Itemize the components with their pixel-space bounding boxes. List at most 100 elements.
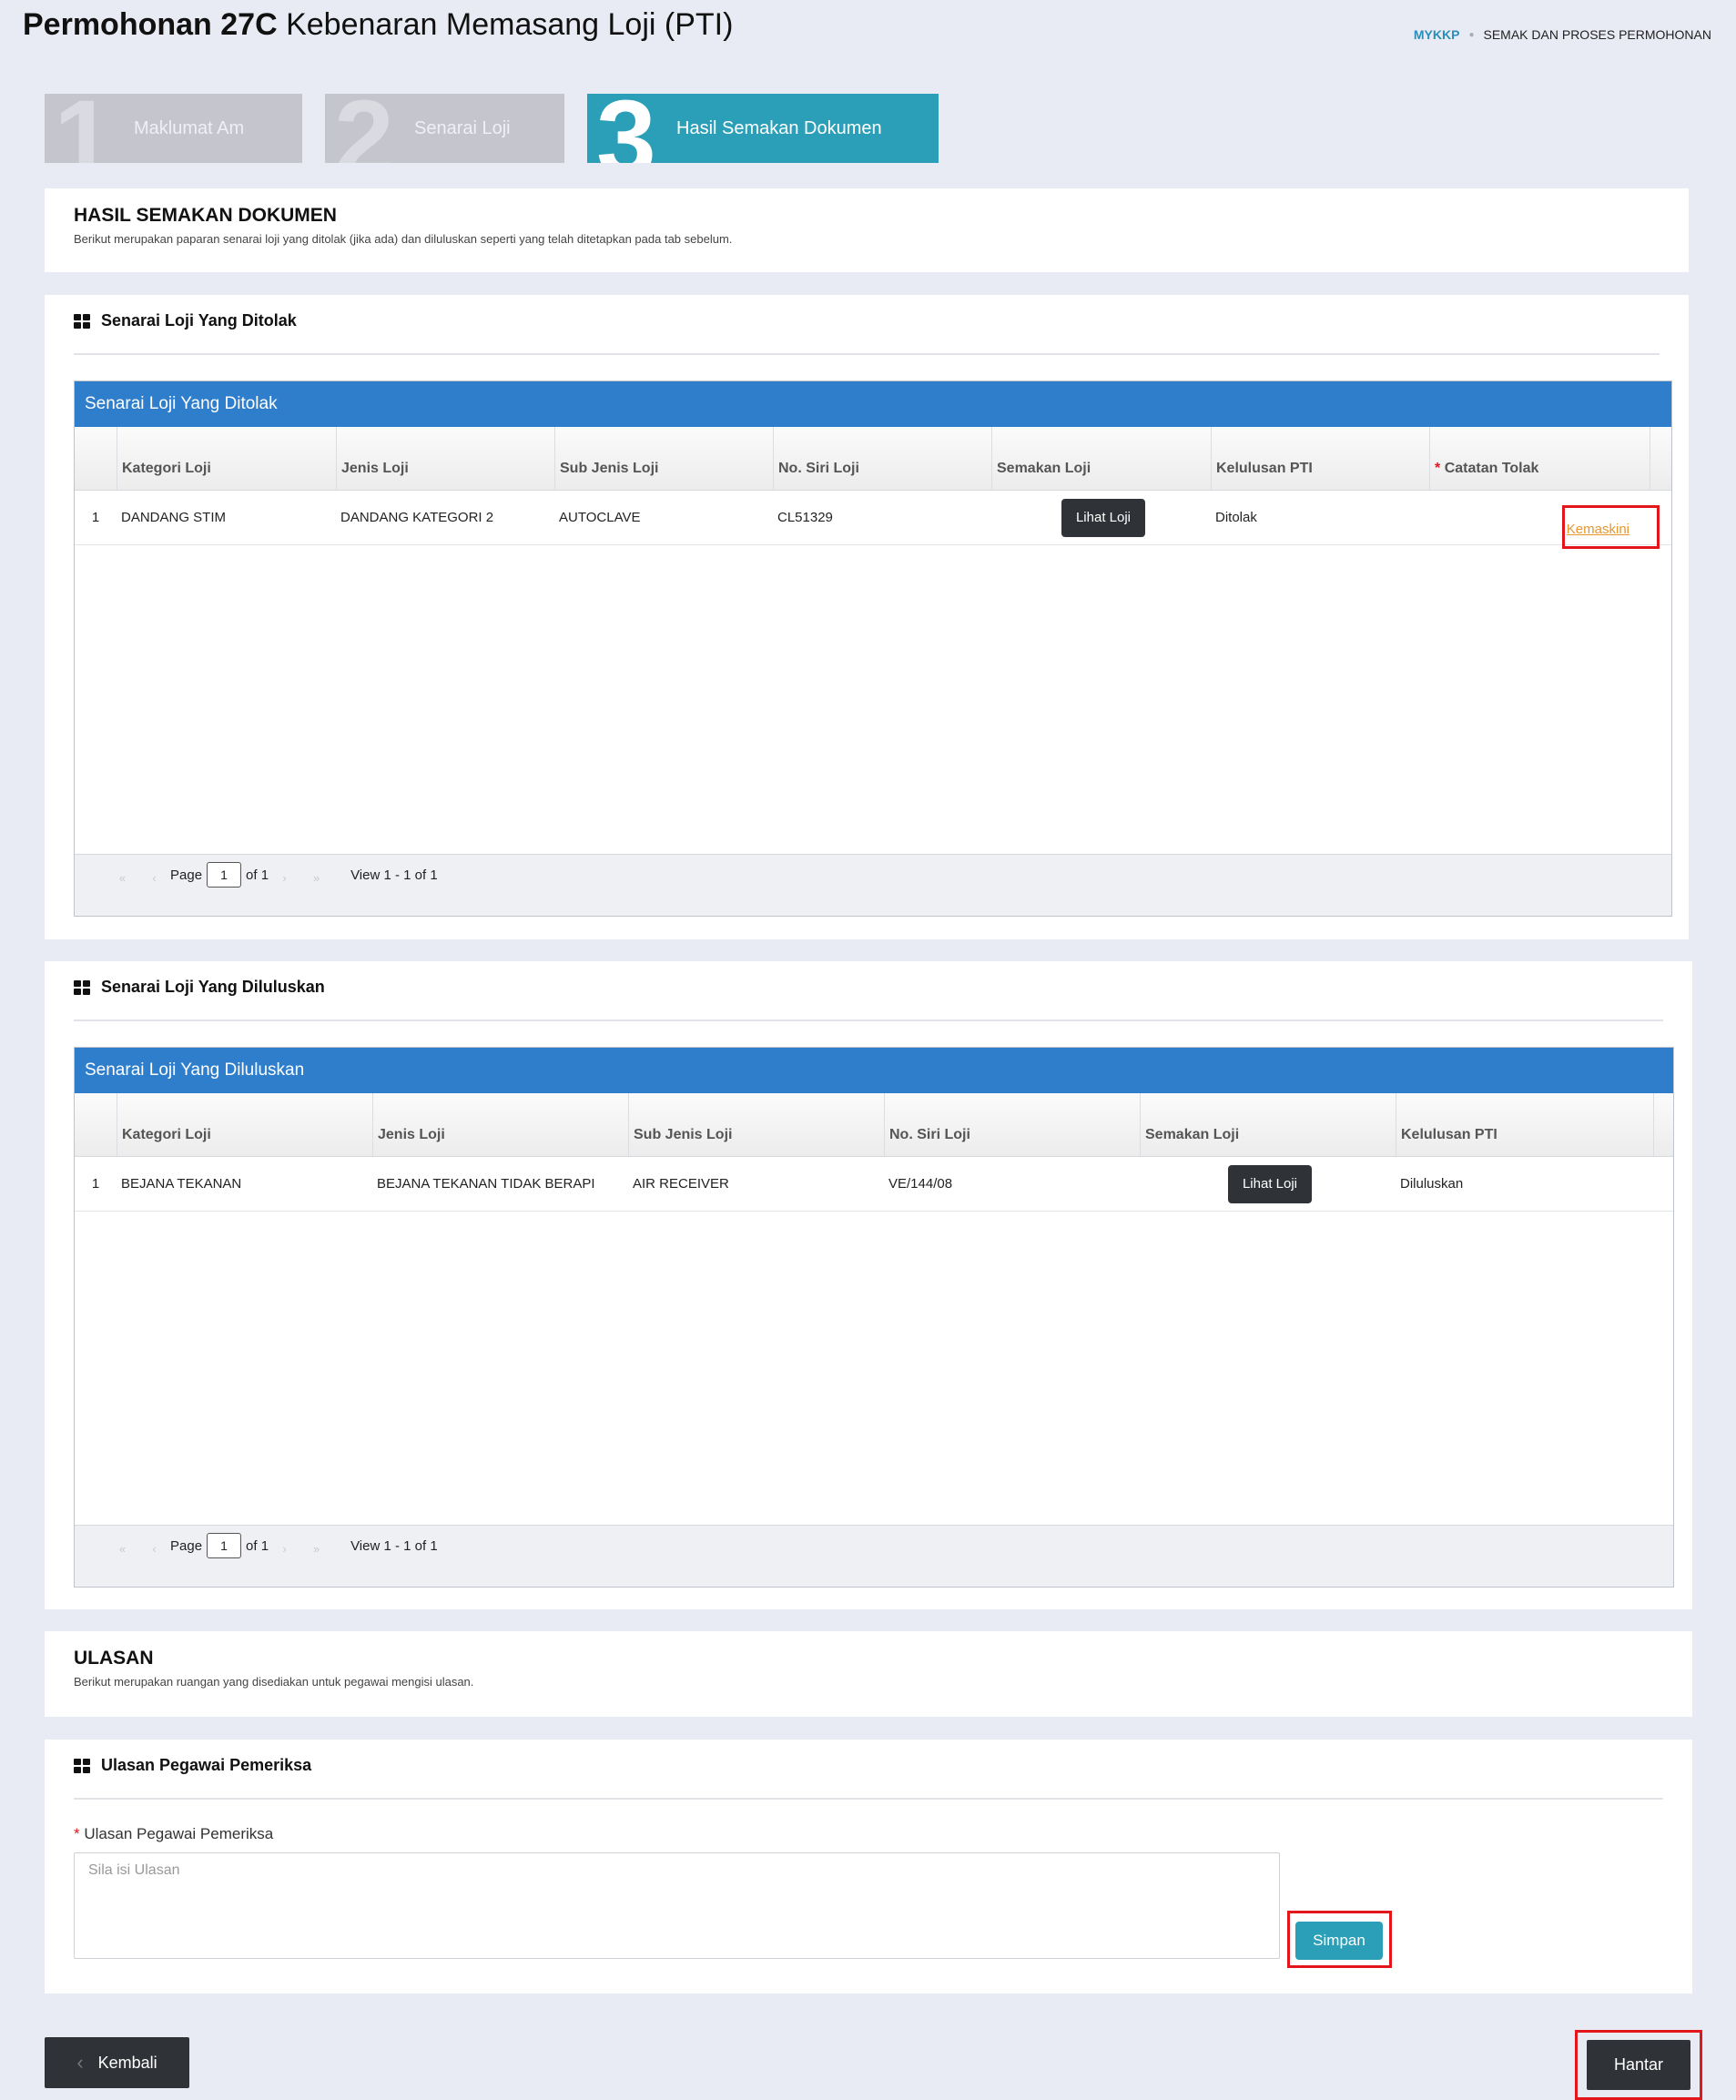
ulasan-field-label: * Ulasan Pegawai Pemeriksa — [74, 1825, 273, 1843]
column-header-catatan[interactable]: * Catatan Tolak — [1429, 427, 1650, 490]
breadcrumb-separator-icon: ● — [1468, 29, 1475, 40]
step-senarai-loji[interactable]: 2 Senarai Loji — [325, 94, 564, 163]
chevron-left-icon: ‹ — [76, 2051, 84, 2074]
kembali-label: Kembali — [97, 2053, 157, 2072]
cell-jenis: BEJANA TEKANAN TIDAK BERAPI — [377, 1176, 595, 1192]
ditolak-card: Senarai Loji Yang Ditolak Senarai Loji Y… — [45, 295, 1689, 939]
section-subtitle: Berikut merupakan paparan senarai loji y… — [74, 232, 733, 246]
page-input[interactable]: 1 — [207, 1533, 242, 1558]
last-page-icon[interactable]: » — [300, 1542, 332, 1556]
column-header-kategori[interactable]: Kategori Loji — [117, 1093, 372, 1156]
section-title: HASIL SEMAKAN DOKUMEN — [74, 205, 337, 226]
row-number: 1 — [91, 1176, 100, 1192]
pager-page-label: Page — [170, 867, 203, 883]
cell-no-siri: CL51329 — [777, 510, 833, 525]
first-page-icon[interactable]: « — [107, 871, 138, 885]
column-header-no — [75, 427, 117, 490]
step-label: Hasil Semakan Dokumen — [676, 117, 882, 138]
column-header-sub-jenis[interactable]: Sub Jenis Loji — [628, 1093, 884, 1156]
ulasan-card-title: Ulasan Pegawai Pemeriksa — [74, 1756, 311, 1775]
cell-sub-jenis: AIR RECEIVER — [633, 1176, 729, 1192]
table-pager: « ‹ Page 1 of 1 › » View 1 - 1 of 1 — [75, 1525, 1673, 1587]
page-input[interactable]: 1 — [207, 862, 242, 888]
pager-of-label: of 1 — [246, 1538, 269, 1554]
table-caption: Senarai Loji Yang Diluluskan — [75, 1048, 1673, 1093]
table-row: 1 BEJANA TEKANAN BEJANA TEKANAN TIDAK BE… — [75, 1157, 1673, 1212]
column-header-kategori[interactable]: Kategori Loji — [117, 427, 336, 490]
column-header-kelulusan[interactable]: Kelulusan PTI — [1211, 427, 1429, 490]
row-number: 1 — [91, 510, 100, 525]
column-header-catatan-text: Catatan Tolak — [1444, 461, 1539, 476]
column-header-jenis[interactable]: Jenis Loji — [372, 1093, 628, 1156]
diluluskan-card-title: Senarai Loji Yang Diluluskan — [74, 978, 325, 997]
prev-page-icon[interactable]: ‹ — [138, 871, 170, 885]
cell-kategori: BEJANA TEKANAN — [121, 1176, 242, 1192]
step-number: 2 — [334, 94, 394, 163]
cell-no-siri: VE/144/08 — [888, 1176, 953, 1192]
ulasan-header-card: ULASAN Berikut merupakan ruangan yang di… — [45, 1631, 1692, 1717]
highlight-kemaskini — [1562, 505, 1660, 549]
prev-page-icon[interactable]: ‹ — [138, 1542, 170, 1556]
column-header-semakan[interactable]: Semakan Loji — [1140, 1093, 1396, 1156]
field-label-text: Ulasan Pegawai Pemeriksa — [84, 1825, 274, 1842]
grid-icon — [74, 313, 90, 329]
breadcrumb-current: SEMAK DAN PROSES PERMOHONAN — [1483, 27, 1712, 42]
step-maklumat-am[interactable]: 1 Maklumat Am — [45, 94, 302, 163]
card-title-text: Senarai Loji Yang Diluluskan — [101, 978, 325, 996]
step-hasil-semakan-dokumen[interactable]: 3 Hasil Semakan Dokumen — [587, 94, 939, 163]
highlight-simpan — [1287, 1911, 1392, 1968]
column-header-no-siri[interactable]: No. Siri Loji — [773, 427, 991, 490]
breadcrumb: MYKKP ● SEMAK DAN PROSES PERMOHONAN — [1414, 27, 1711, 42]
column-header-semakan[interactable]: Semakan Loji — [991, 427, 1211, 490]
card-title-text: Ulasan Pegawai Pemeriksa — [101, 1756, 312, 1774]
column-header-no-siri[interactable]: No. Siri Loji — [884, 1093, 1140, 1156]
ditolak-card-title: Senarai Loji Yang Ditolak — [74, 311, 297, 330]
grid-icon — [74, 1758, 90, 1773]
next-page-icon[interactable]: › — [269, 1542, 300, 1556]
cell-kategori: DANDANG STIM — [121, 510, 227, 525]
diluluskan-table: Senarai Loji Yang Diluluskan Kategori Lo… — [74, 1047, 1674, 1588]
pager-page-label: Page — [170, 1538, 203, 1554]
step-label: Maklumat Am — [134, 117, 245, 138]
column-header-jenis[interactable]: Jenis Loji — [336, 427, 554, 490]
grid-icon — [74, 979, 90, 995]
step-number: 3 — [596, 94, 656, 163]
divider — [74, 1020, 1663, 1021]
cell-sub-jenis: AUTOCLAVE — [559, 510, 641, 525]
pager-view-label: View 1 - 1 of 1 — [350, 1538, 438, 1554]
table-header: Kategori Loji Jenis Loji Sub Jenis Loji … — [75, 1093, 1673, 1157]
column-header-spacer — [1650, 427, 1671, 490]
breadcrumb-home[interactable]: MYKKP — [1414, 27, 1460, 42]
divider — [74, 1798, 1663, 1800]
table-header: Kategori Loji Jenis Loji Sub Jenis Loji … — [75, 427, 1671, 491]
ditolak-table: Senarai Loji Yang Ditolak Kategori Loji … — [74, 380, 1672, 917]
first-page-icon[interactable]: « — [107, 1542, 138, 1556]
cell-kelulusan: Diluluskan — [1400, 1176, 1464, 1192]
pager-of-label: of 1 — [246, 867, 269, 883]
lihat-loji-button[interactable]: Lihat Loji — [1227, 1164, 1313, 1203]
hasil-semakan-header-card: HASIL SEMAKAN DOKUMEN Berikut merupakan … — [45, 188, 1689, 272]
kembali-button[interactable]: ‹ Kembali — [45, 2037, 189, 2088]
highlight-hantar — [1575, 2030, 1702, 2100]
next-page-icon[interactable]: › — [269, 871, 300, 885]
last-page-icon[interactable]: » — [300, 871, 332, 885]
ulasan-textarea[interactable]: Sila isi Ulasan — [74, 1852, 1280, 1959]
step-label: Senarai Loji — [414, 117, 511, 138]
card-title-text: Senarai Loji Yang Ditolak — [101, 311, 297, 330]
pager-view-label: View 1 - 1 of 1 — [350, 867, 438, 883]
column-header-kelulusan[interactable]: Kelulusan PTI — [1396, 1093, 1653, 1156]
page-title: Permohonan 27C Kebenaran Memasang Loji (… — [23, 7, 733, 43]
column-header-spacer — [1653, 1093, 1673, 1156]
cell-semakan: Lihat Loji — [1140, 1157, 1396, 1211]
column-header-sub-jenis[interactable]: Sub Jenis Loji — [554, 427, 773, 490]
required-mark: * — [1435, 461, 1441, 476]
divider — [74, 353, 1660, 355]
required-mark: * — [74, 1825, 80, 1842]
cell-jenis: DANDANG KATEGORI 2 — [340, 510, 494, 525]
lihat-loji-button[interactable]: Lihat Loji — [1061, 498, 1146, 537]
ulasan-form-card: Ulasan Pegawai Pemeriksa * Ulasan Pegawa… — [45, 1740, 1692, 1993]
page-title-rest: Kebenaran Memasang Loji (PTI) — [286, 7, 734, 42]
section-title: ULASAN — [74, 1648, 154, 1669]
table-row: 1 DANDANG STIM DANDANG KATEGORI 2 AUTOCL… — [75, 491, 1671, 545]
column-header-no — [75, 1093, 117, 1156]
